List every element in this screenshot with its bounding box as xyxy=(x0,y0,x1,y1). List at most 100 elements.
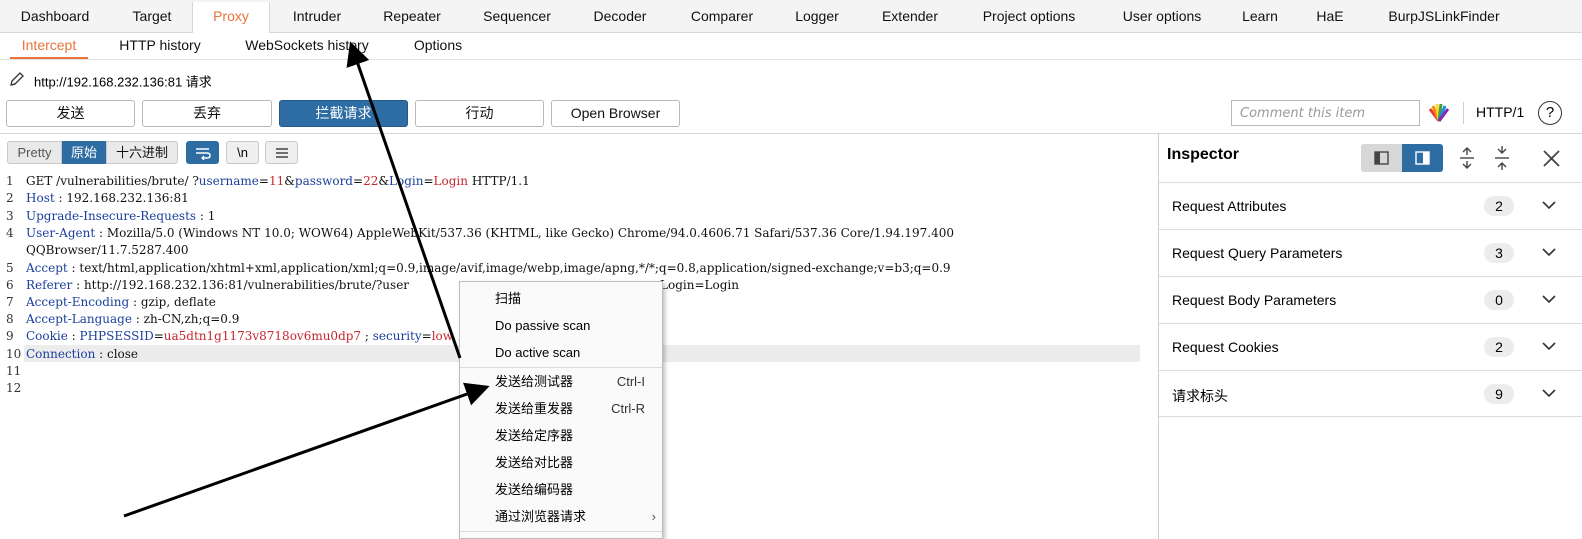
subtab-intercept[interactable]: Intercept xyxy=(10,33,88,59)
line-number: 12 xyxy=(6,381,22,395)
chevron-down-icon[interactable] xyxy=(1540,336,1558,356)
tab-project-options[interactable]: Project options xyxy=(972,2,1086,33)
subtab-http-history[interactable]: HTTP history xyxy=(110,33,210,59)
view-hex-toggle[interactable]: 十六进制 xyxy=(106,141,178,164)
equals-sign: = xyxy=(423,174,434,188)
inspector-section-body-parameters[interactable]: Request Body Parameters 0 xyxy=(1159,276,1582,323)
intercept-toggle-button[interactable]: 拦截请求 xyxy=(279,100,408,127)
header-name: User-Agent xyxy=(26,226,96,240)
line-number: 1 xyxy=(6,174,14,188)
header-value: : 192.168.232.136:81 xyxy=(54,191,189,205)
ampersand: & xyxy=(378,174,390,188)
line-number: 5 xyxy=(6,261,14,275)
header-value: : http://192.168.232.136:81/vulnerabilit… xyxy=(72,278,410,292)
view-raw-toggle[interactable]: 原始 xyxy=(62,141,106,164)
cookie-separator: ; xyxy=(361,329,373,343)
inspector-layout-toggle xyxy=(1361,144,1443,172)
chevron-down-icon[interactable] xyxy=(1540,383,1558,403)
comment-input[interactable] xyxy=(1231,100,1420,126)
tab-target[interactable]: Target xyxy=(112,2,192,33)
menu-item-active-scan[interactable]: Do active scan xyxy=(460,339,662,366)
pencil-icon[interactable] xyxy=(8,70,28,96)
code-line: Connection : close xyxy=(26,347,138,361)
menu-item-send-to-intruder[interactable]: 发送给测试器 Ctrl-I xyxy=(460,368,662,395)
expand-all-icon[interactable] xyxy=(1456,146,1478,170)
menu-item-label: 发送给重发器 xyxy=(495,401,574,416)
ampersand: & xyxy=(284,174,295,188)
close-icon[interactable] xyxy=(1541,146,1563,170)
inspector-section-request-headers[interactable]: 请求标头 9 xyxy=(1159,370,1582,417)
forward-button[interactable]: 发送 xyxy=(6,100,135,127)
code-line-tail: Login=Login xyxy=(660,278,739,292)
menu-item-send-to-sequencer[interactable]: 发送给定序器 xyxy=(460,422,662,449)
subtab-websockets-history[interactable]: WebSockets history xyxy=(236,33,378,59)
open-browser-button[interactable]: Open Browser xyxy=(551,100,680,127)
menu-item-scan[interactable]: 扫描 xyxy=(460,285,662,312)
section-label: Request Cookies xyxy=(1172,339,1279,355)
inspector-section-query-parameters[interactable]: Request Query Parameters 3 xyxy=(1159,229,1582,276)
section-label: Request Query Parameters xyxy=(1172,245,1343,261)
section-count-badge: 9 xyxy=(1484,384,1514,404)
header-name: Cookie xyxy=(26,329,68,343)
header-name: Accept xyxy=(26,261,68,275)
chevron-down-icon[interactable] xyxy=(1540,195,1558,215)
equals-sign: = xyxy=(153,329,164,343)
menu-item-passive-scan[interactable]: Do passive scan xyxy=(460,312,662,339)
tab-sequencer[interactable]: Sequencer xyxy=(472,2,562,33)
header-value: : close xyxy=(95,347,139,361)
menu-item-label: 发送给编码器 xyxy=(495,482,574,497)
menu-item-label: 发送给测试器 xyxy=(495,374,574,389)
section-count-badge: 2 xyxy=(1484,337,1514,357)
context-menu: 扫描 Do passive scan Do active scan 发送给测试器… xyxy=(459,281,663,539)
param-value: Login xyxy=(433,174,468,188)
tab-user-options[interactable]: User options xyxy=(1112,2,1212,33)
chevron-down-icon[interactable] xyxy=(1540,242,1558,262)
http-version-label[interactable]: HTTP/1 xyxy=(1476,104,1524,120)
menu-item-send-to-repeater[interactable]: 发送给重发器 Ctrl-R xyxy=(460,395,662,422)
line-number: 6 xyxy=(6,278,14,292)
code-line-wrap: QQBrowser/11.7.5287.400 xyxy=(26,243,189,257)
cookie-value: ua5dtn1g1173v8718ov6mu0dp7 xyxy=(163,329,362,343)
tab-dashboard[interactable]: Dashboard xyxy=(8,2,102,33)
tab-repeater[interactable]: Repeater xyxy=(370,2,454,33)
menu-item-label: 发送给对比器 xyxy=(495,455,574,470)
tab-intruder[interactable]: Intruder xyxy=(280,2,354,33)
action-button[interactable]: 行动 xyxy=(415,100,544,127)
tab-hae[interactable]: HaE xyxy=(1310,2,1350,33)
tab-comparer[interactable]: Comparer xyxy=(680,2,764,33)
menu-item-send-to-decoder[interactable]: 发送给编码器 xyxy=(460,476,662,503)
line-number: 10 xyxy=(6,347,22,361)
menu-item-label: 通过浏览器请求 xyxy=(495,509,587,524)
layout-vertical-icon[interactable] xyxy=(1402,144,1443,172)
section-count-badge: 2 xyxy=(1484,196,1514,216)
main-tab-bar: Dashboard Target Proxy Intruder Repeater… xyxy=(0,0,1582,34)
code-line: User-Agent : Mozilla/5.0 (Windows NT 10.… xyxy=(26,226,954,240)
inspector-section-cookies[interactable]: Request Cookies 2 xyxy=(1159,323,1582,370)
inspector-section-request-attributes[interactable]: Request Attributes 2 xyxy=(1159,182,1582,229)
tab-learn[interactable]: Learn xyxy=(1234,2,1286,33)
menu-icon[interactable] xyxy=(265,141,298,164)
tab-decoder[interactable]: Decoder xyxy=(582,2,658,33)
drop-button[interactable]: 丢弃 xyxy=(142,100,272,127)
highlight-color-icon[interactable] xyxy=(1427,101,1451,125)
view-pretty-toggle[interactable]: Pretty xyxy=(7,141,62,164)
line-number: 2 xyxy=(6,191,14,205)
header-name: Upgrade-Insecure-Requests xyxy=(26,209,197,223)
code-line: Host : 192.168.232.136:81 xyxy=(26,191,189,205)
tab-extender[interactable]: Extender xyxy=(870,2,950,33)
layout-horizontal-icon[interactable] xyxy=(1361,144,1402,172)
word-wrap-icon[interactable] xyxy=(186,141,219,164)
newline-toggle-button[interactable]: \n xyxy=(226,141,259,164)
help-icon[interactable]: ? xyxy=(1538,101,1562,125)
menu-item-send-to-comparer[interactable]: 发送给对比器 xyxy=(460,449,662,476)
header-name: Connection xyxy=(26,347,96,361)
tab-burpjslinkfinder[interactable]: BurpJSLinkFinder xyxy=(1378,2,1510,33)
code-line: Referer : http://192.168.232.136:81/vuln… xyxy=(26,278,409,292)
tab-logger[interactable]: Logger xyxy=(785,2,849,33)
subtab-options[interactable]: Options xyxy=(402,33,474,59)
collapse-all-icon[interactable] xyxy=(1491,146,1513,170)
chevron-down-icon[interactable] xyxy=(1540,289,1558,309)
menu-item-request-in-browser[interactable]: 通过浏览器请求 › xyxy=(460,503,662,530)
tab-proxy[interactable]: Proxy xyxy=(192,2,270,34)
inspector-title: Inspector xyxy=(1167,146,1240,163)
